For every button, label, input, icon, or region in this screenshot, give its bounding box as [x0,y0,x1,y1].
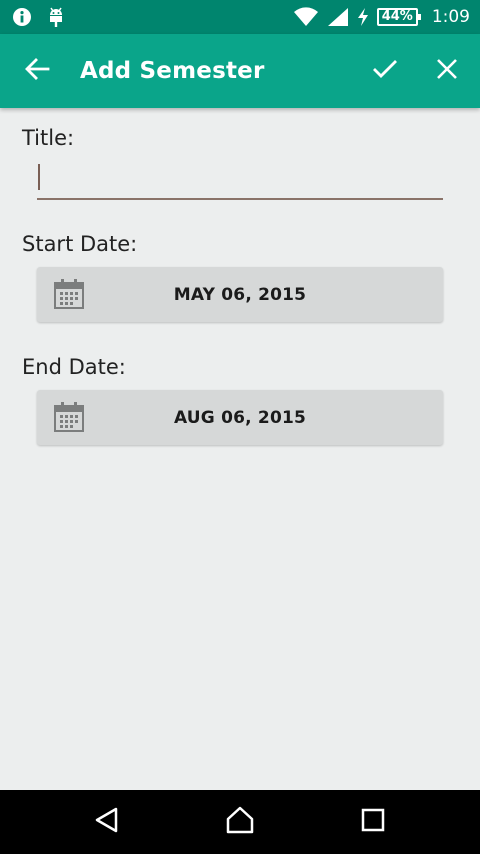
title-label: Title: [22,126,75,150]
title-input-wrap [37,158,443,200]
title-input[interactable] [37,158,443,198]
home-icon [225,806,255,838]
confirm-button[interactable] [354,34,416,108]
info-icon [12,7,32,27]
arrow-left-icon [24,57,50,85]
status-bar: 44% 1:09 [0,0,480,34]
page-title: Add Semester [80,58,265,84]
start-date-label: Start Date: [22,232,138,256]
nav-recents-button[interactable] [333,790,413,854]
nav-home-button[interactable] [200,790,280,854]
start-date-button[interactable]: MAY 06, 2015 [37,267,443,322]
signal-icon [327,7,349,27]
system-nav-bar [0,790,480,854]
calendar-icon [53,401,85,437]
calendar-icon [53,278,85,314]
battery-icon: 44% [376,8,421,26]
recents-icon [361,808,385,836]
back-button[interactable] [0,34,74,108]
close-icon [436,58,458,84]
charging-bolt-icon [357,8,369,26]
android-debug-icon [46,6,66,28]
start-date-value: MAY 06, 2015 [173,284,307,305]
end-date-label: End Date: [22,355,126,379]
check-icon [372,59,398,83]
wifi-icon [293,7,319,27]
status-clock: 1:09 [431,7,470,27]
end-date-value: AUG 06, 2015 [173,407,307,428]
end-date-button[interactable]: AUG 06, 2015 [37,390,443,445]
text-cursor [38,164,40,190]
app-bar: Add Semester [0,34,480,108]
back-triangle-icon [94,807,120,837]
nav-back-button[interactable] [67,790,147,854]
close-button[interactable] [416,34,478,108]
